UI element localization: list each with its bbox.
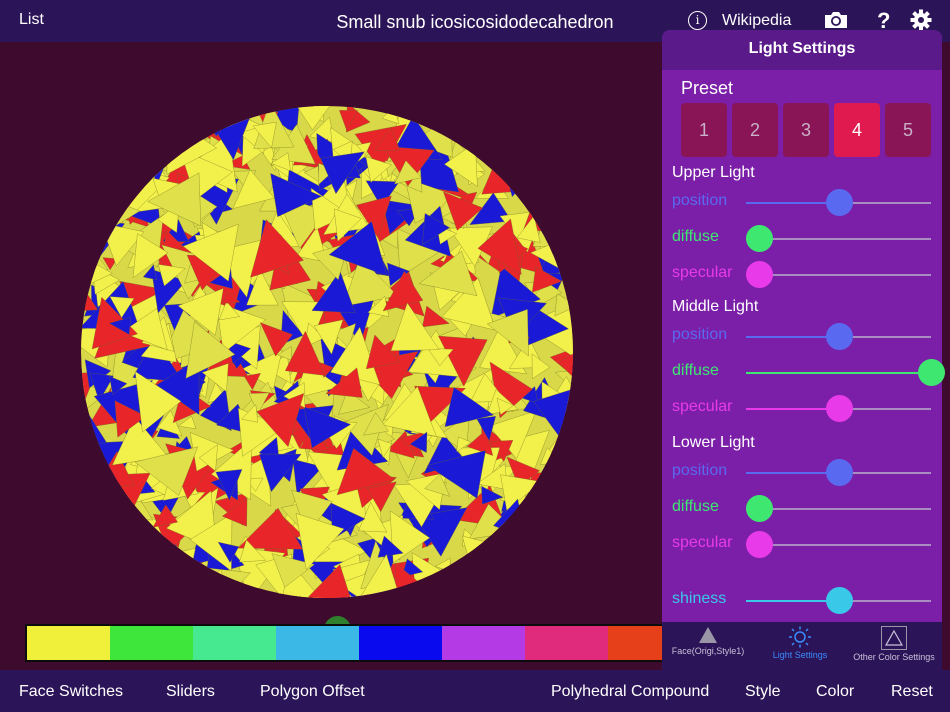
section-title: Lower Light — [672, 434, 755, 451]
light-settings-panel: Light Settings Preset 1 2 3 4 5 Upper Light po… — [662, 30, 945, 622]
panel-tabs: Face(Origi,Style1) Light Settings Other … — [662, 622, 942, 670]
triangle-outline-icon — [881, 626, 907, 650]
slider-label-position: position — [672, 462, 728, 479]
slider-fill — [746, 202, 839, 204]
tab-light-settings-label: Light Settings — [772, 650, 828, 660]
tab-light-settings[interactable]: Light Settings — [754, 626, 846, 660]
slider-knob[interactable] — [746, 261, 773, 288]
color-swatch[interactable] — [442, 626, 525, 660]
tab-face-label: Face(Origi,Style1) — [671, 646, 745, 656]
polyhedral-compound-button[interactable]: Polyhedral Compound — [551, 683, 709, 701]
tab-face[interactable]: Face(Origi,Style1) — [662, 626, 754, 656]
slider-fill — [746, 336, 839, 338]
preset-button-1[interactable]: 1 — [681, 103, 727, 157]
position-slider[interactable] — [746, 189, 931, 216]
shiness-slider[interactable] — [746, 587, 931, 614]
sun-icon — [789, 626, 811, 648]
color-swatch[interactable] — [608, 626, 663, 660]
polygon-offset-button[interactable]: Polygon Offset — [260, 683, 365, 701]
preset-button-3[interactable]: 3 — [783, 103, 829, 157]
position-slider[interactable] — [746, 459, 931, 486]
specular-slider[interactable] — [746, 261, 931, 288]
color-swatch[interactable] — [193, 626, 276, 660]
slider-label-diffuse: diffuse — [672, 498, 719, 515]
slider-label-position: position — [672, 192, 728, 209]
slider-label-diffuse: diffuse — [672, 228, 719, 245]
wikipedia-button[interactable]: Wikipedia — [722, 12, 791, 30]
preset-label: Preset — [681, 78, 734, 98]
color-swatch[interactable] — [276, 626, 359, 660]
position-slider[interactable] — [746, 323, 931, 350]
style-button[interactable]: Style — [745, 683, 781, 701]
slider-label-diffuse: diffuse — [672, 362, 719, 379]
preset-button-4[interactable]: 4 — [834, 103, 880, 157]
slider-knob[interactable] — [825, 395, 853, 422]
slider-label-position: position — [672, 326, 728, 343]
slider-fill — [746, 600, 839, 602]
bottom-toolbar: Face Switches Sliders Polygon Offset Pol… — [0, 670, 950, 712]
color-swatch[interactable] — [525, 626, 608, 660]
color-button[interactable]: Color — [816, 683, 854, 701]
preset-button-5[interactable]: 5 — [885, 103, 931, 157]
reset-button[interactable]: Reset — [891, 683, 933, 701]
slider-knob[interactable] — [918, 359, 945, 386]
diffuse-slider[interactable] — [746, 359, 945, 386]
color-swatch[interactable] — [359, 626, 442, 660]
section-title: Upper Light — [672, 164, 755, 181]
tab-other-color-settings[interactable]: Other Color Settings — [846, 626, 942, 662]
tab-other-color-settings-label: Other Color Settings — [853, 652, 935, 662]
slider-label-specular: specular — [672, 398, 733, 415]
color-swatch[interactable] — [110, 626, 193, 660]
polyhedron-render[interactable] — [77, 106, 577, 598]
slider-label-specular: specular — [672, 534, 733, 551]
section-title: Middle Light — [672, 298, 759, 315]
preset-button-2[interactable]: 2 — [732, 103, 778, 157]
slider-knob[interactable] — [825, 459, 853, 486]
sliders-button[interactable]: Sliders — [166, 683, 215, 701]
triangle-filled-icon — [699, 627, 717, 643]
specular-slider[interactable] — [746, 531, 931, 558]
slider-fill — [746, 372, 931, 374]
slider-knob[interactable] — [825, 587, 853, 614]
slider-fill — [746, 408, 839, 410]
panel-title: Light Settings — [662, 30, 942, 70]
diffuse-slider[interactable] — [746, 225, 931, 252]
slider-knob[interactable] — [825, 323, 853, 350]
slider-knob[interactable] — [746, 495, 773, 522]
slider-knob[interactable] — [746, 225, 773, 252]
diffuse-slider[interactable] — [746, 495, 931, 522]
face-switches-button[interactable]: Face Switches — [19, 683, 123, 701]
info-icon[interactable]: i — [688, 11, 707, 30]
color-palette — [25, 624, 665, 662]
slider-knob[interactable] — [746, 531, 773, 558]
slider-knob[interactable] — [825, 189, 853, 216]
slider-label-specular: specular — [672, 264, 733, 281]
specular-slider[interactable] — [746, 395, 931, 422]
slider-label-shiness: shiness — [672, 590, 727, 607]
slider-fill — [746, 472, 839, 474]
color-swatch[interactable] — [27, 626, 110, 660]
